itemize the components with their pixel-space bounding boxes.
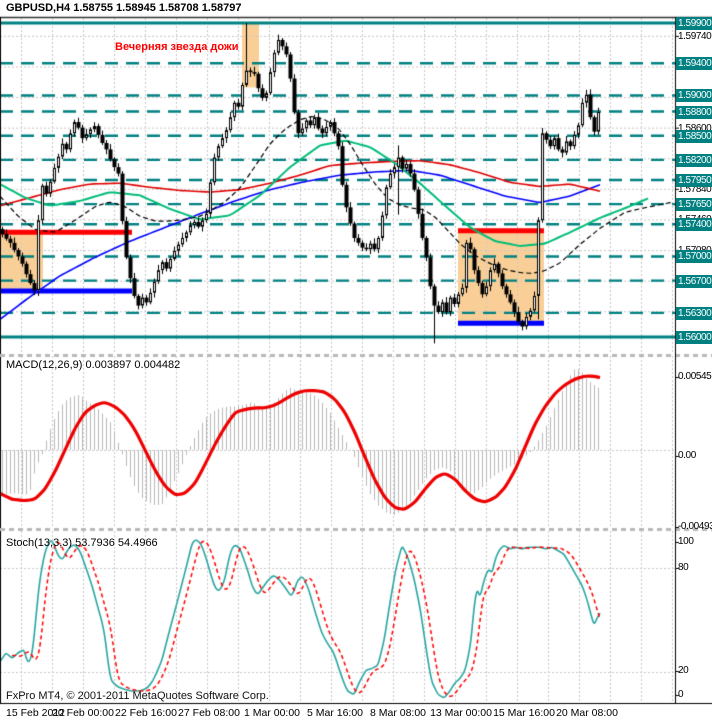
price-label-highlighted: 1.57400 (676, 218, 712, 232)
time-label: 22 Feb 16:00 (115, 707, 177, 719)
macd-indicator-label: MACD(12,26,9) 0.003897 0.004482 (6, 359, 181, 371)
time-label: 20 Feb 00:00 (52, 707, 114, 719)
time-label: 8 Mar 08:00 (369, 707, 427, 719)
stoch-scale-label: 80 (678, 562, 689, 573)
macd-scale-label: 0.00545 (678, 371, 712, 382)
chart-title: GBPUSD,H4 1.58755 1.58945 1.58708 1.5879… (6, 2, 242, 14)
price-label-highlighted: 1.58800 (676, 105, 712, 119)
price-label-highlighted: 1.59900 (676, 17, 712, 30)
price-label-highlighted: 1.57000 (676, 250, 712, 264)
time-label: 1 Mar 00:00 (243, 707, 301, 719)
stoch-scale-label: 20 (678, 665, 689, 676)
platform-copyright: FxPro MT4, © 2001-2011 MetaQuotes Softwa… (6, 690, 269, 702)
price-label-highlighted: 1.57950 (676, 174, 712, 187)
price-label-highlighted: 1.57650 (676, 198, 712, 212)
price-label-highlighted: 1.58500 (676, 129, 712, 143)
mt4-chart-window: { "copyright": "FxPro MT4, © 2001-2011 M… (0, 0, 712, 724)
price-label-highlighted: 1.59400 (676, 57, 712, 71)
time-label: 5 Mar 16:00 (306, 707, 364, 719)
price-label-highlighted: 1.59000 (676, 89, 712, 103)
price-label-highlighted: 1.56700 (676, 274, 712, 288)
pattern-annotation-text: Вечерняя звезда дожи (115, 41, 239, 53)
price-label: 1.59740 (678, 30, 712, 42)
time-label: 20 Mar 08:00 (556, 707, 618, 719)
price-label-highlighted: 1.56300 (676, 306, 712, 320)
price-label-highlighted: 1.58200 (676, 153, 712, 167)
time-label: 27 Feb 08:00 (178, 707, 240, 719)
macd-scale-label: 0.00 (678, 450, 696, 461)
time-label: 15 Mar 16:00 (493, 707, 555, 719)
stoch-scale-label: 100 (678, 536, 694, 547)
macd-scale-label: -0.00493 (678, 521, 712, 532)
stoch-scale-label: 0 (678, 689, 684, 700)
stoch-indicator-label: Stoch(13,3,3) 53.7936 54.4966 (6, 537, 158, 549)
time-label: 13 Mar 00:00 (430, 707, 492, 719)
price-label-highlighted: 1.56000 (676, 331, 712, 344)
